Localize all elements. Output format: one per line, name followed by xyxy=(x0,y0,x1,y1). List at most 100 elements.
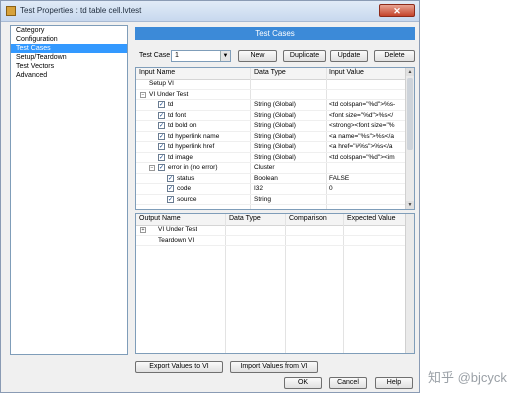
input-data-type: String xyxy=(254,195,271,203)
input-name: source xyxy=(177,195,197,203)
category-item-test-vectors[interactable]: Test Vectors xyxy=(11,62,127,71)
close-button[interactable]: ✕ xyxy=(379,4,415,17)
input-data-type: Boolean xyxy=(254,174,278,182)
row-checkbox[interactable]: ✓ xyxy=(167,185,174,192)
delete-button[interactable]: Delete xyxy=(374,50,415,62)
test-properties-window: Test Properties : td table cell.lvtest ✕… xyxy=(0,0,420,393)
row-checkbox[interactable]: ✓ xyxy=(167,174,174,182)
input-name: td hyperlink href xyxy=(168,143,215,150)
input-row[interactable]: − VI Under Test xyxy=(136,90,406,100)
input-value[interactable]: <td colspan="%d"><im xyxy=(329,154,405,161)
input-row[interactable]: ✓ td hyperlink name String (Global) <a name… xyxy=(136,132,406,142)
scroll-down-icon[interactable]: ▼ xyxy=(406,201,414,209)
input-row[interactable]: ✓ td font String (Global) <font size="%d">%… xyxy=(136,111,406,121)
test-case-label: Test Case xyxy=(139,52,171,59)
column-header-data-type[interactable]: Data Type xyxy=(254,69,286,76)
category-header: Category xyxy=(16,27,45,34)
input-name: Setup VI xyxy=(149,80,174,87)
input-value[interactable]: <strong><font size="% xyxy=(329,122,405,129)
input-data-type: String (Global) xyxy=(254,122,296,129)
category-item-test-cases[interactable]: Test Cases xyxy=(11,44,127,53)
row-checkbox[interactable]: ✓ xyxy=(158,101,165,108)
input-name: td xyxy=(168,101,174,108)
column-header-input-value[interactable]: Input Value xyxy=(329,69,364,76)
input-row[interactable]: ✓ td image String (Global) <td colspan="%d"… xyxy=(136,153,406,163)
input-row[interactable]: ✓ td hyperlink href String (Global) <a href… xyxy=(136,142,406,153)
input-value[interactable]: <a href="#%s">%s</a xyxy=(329,143,405,150)
input-data-type: String (Global) xyxy=(254,153,296,161)
input-value[interactable]: FALSE xyxy=(329,175,405,182)
input-row[interactable]: ✓ td String (Global) <td colspan="%d">%s- xyxy=(136,100,406,111)
row-checkbox[interactable]: ✓ xyxy=(158,143,165,150)
input-row[interactable]: − ✓ error in (no error) Cluster xyxy=(136,163,406,174)
input-row[interactable]: ✓ status Boolean FALSE xyxy=(136,174,406,184)
row-checkbox[interactable]: ✓ xyxy=(158,132,165,140)
input-value[interactable]: <a name="%s">%s</a xyxy=(329,133,405,140)
column-header-output-name[interactable]: Output Name xyxy=(139,215,181,222)
input-table-scrollbar[interactable]: ▲ ▼ xyxy=(405,68,414,209)
input-row[interactable]: ✓ td bold on String (Global) <strong><font … xyxy=(136,121,406,132)
output-row[interactable]: Teardown VI xyxy=(136,236,406,246)
new-button[interactable]: New xyxy=(238,50,277,62)
input-data-type: Cluster xyxy=(254,164,275,171)
output-table: Output Name Data Type Comparison Expecte… xyxy=(135,213,415,354)
input-name: status xyxy=(177,174,195,182)
input-name: td font xyxy=(168,111,187,119)
expand-icon[interactable]: + xyxy=(140,227,146,233)
category-list: Category Configuration Test Cases Setup/… xyxy=(10,25,128,355)
column-header-comparison[interactable]: Comparison xyxy=(289,215,327,222)
input-data-type: I32 xyxy=(254,185,264,192)
input-row[interactable]: Setup VI xyxy=(136,79,406,90)
collapse-icon[interactable]: − xyxy=(149,165,155,171)
input-name: VI Under Test xyxy=(149,90,189,98)
collapse-icon[interactable]: − xyxy=(140,91,146,98)
input-value[interactable]: 0 xyxy=(329,185,405,192)
ok-button[interactable]: OK xyxy=(284,377,322,389)
chevron-down-icon[interactable]: ▼ xyxy=(220,51,230,61)
update-button[interactable]: Update xyxy=(330,50,368,62)
input-row[interactable]: ✓ source String xyxy=(136,195,406,205)
import-values-button[interactable]: Import Values from VI xyxy=(230,361,318,373)
input-name: td image xyxy=(168,153,193,161)
input-name: error in (no error) xyxy=(168,164,218,171)
column-header-data-type[interactable]: Data Type xyxy=(229,215,261,222)
window-title: Test Properties : td table cell.lvtest xyxy=(20,6,142,15)
input-data-type: String (Global) xyxy=(254,132,296,140)
input-row[interactable]: ✓ code I32 0 xyxy=(136,184,406,195)
input-data-type: String (Global) xyxy=(254,101,296,108)
cancel-button[interactable]: Cancel xyxy=(329,377,367,389)
input-value[interactable]: <font size="%d">%s</ xyxy=(329,112,405,119)
scroll-thumb[interactable] xyxy=(407,78,413,150)
output-name: Teardown VI xyxy=(158,236,195,244)
test-case-select[interactable]: 1 ▼ xyxy=(171,50,231,62)
row-checkbox[interactable]: ✓ xyxy=(158,111,165,119)
input-name: td bold on xyxy=(168,122,197,129)
row-checkbox[interactable]: ✓ xyxy=(167,195,174,203)
category-item-setup-teardown[interactable]: Setup/Teardown xyxy=(11,53,127,62)
export-values-button[interactable]: Export Values to VI xyxy=(135,361,223,373)
scroll-up-icon[interactable]: ▲ xyxy=(406,68,414,76)
category-item-configuration[interactable]: Configuration xyxy=(11,35,127,44)
row-checkbox[interactable]: ✓ xyxy=(158,164,165,171)
row-checkbox[interactable]: ✓ xyxy=(158,122,165,129)
title-bar: Test Properties : td table cell.lvtest ✕ xyxy=(1,1,419,22)
panel-title: Test Cases xyxy=(135,27,415,40)
input-name: code xyxy=(177,185,192,192)
column-header-input-name[interactable]: Input Name xyxy=(139,69,175,76)
input-table: Input Name Data Type Input Value Setup V… xyxy=(135,67,415,210)
output-name: VI Under Test xyxy=(158,226,198,233)
category-item-advanced[interactable]: Advanced xyxy=(11,71,127,80)
column-header-expected-value[interactable]: Expected Value xyxy=(347,215,396,222)
help-button[interactable]: Help xyxy=(375,377,413,389)
input-data-type: String (Global) xyxy=(254,111,296,119)
row-checkbox[interactable]: ✓ xyxy=(158,153,165,161)
output-row[interactable]: + VI Under Test xyxy=(136,225,406,236)
input-value[interactable]: <td colspan="%d">%s- xyxy=(329,101,405,108)
duplicate-button[interactable]: Duplicate xyxy=(283,50,326,62)
app-icon xyxy=(6,6,16,16)
test-case-value: 1 xyxy=(175,52,179,59)
input-data-type: String (Global) xyxy=(254,143,296,150)
output-table-scrollbar[interactable] xyxy=(405,214,414,353)
watermark: 知乎 @bjcyck xyxy=(428,370,507,385)
input-name: td hyperlink name xyxy=(168,132,220,140)
